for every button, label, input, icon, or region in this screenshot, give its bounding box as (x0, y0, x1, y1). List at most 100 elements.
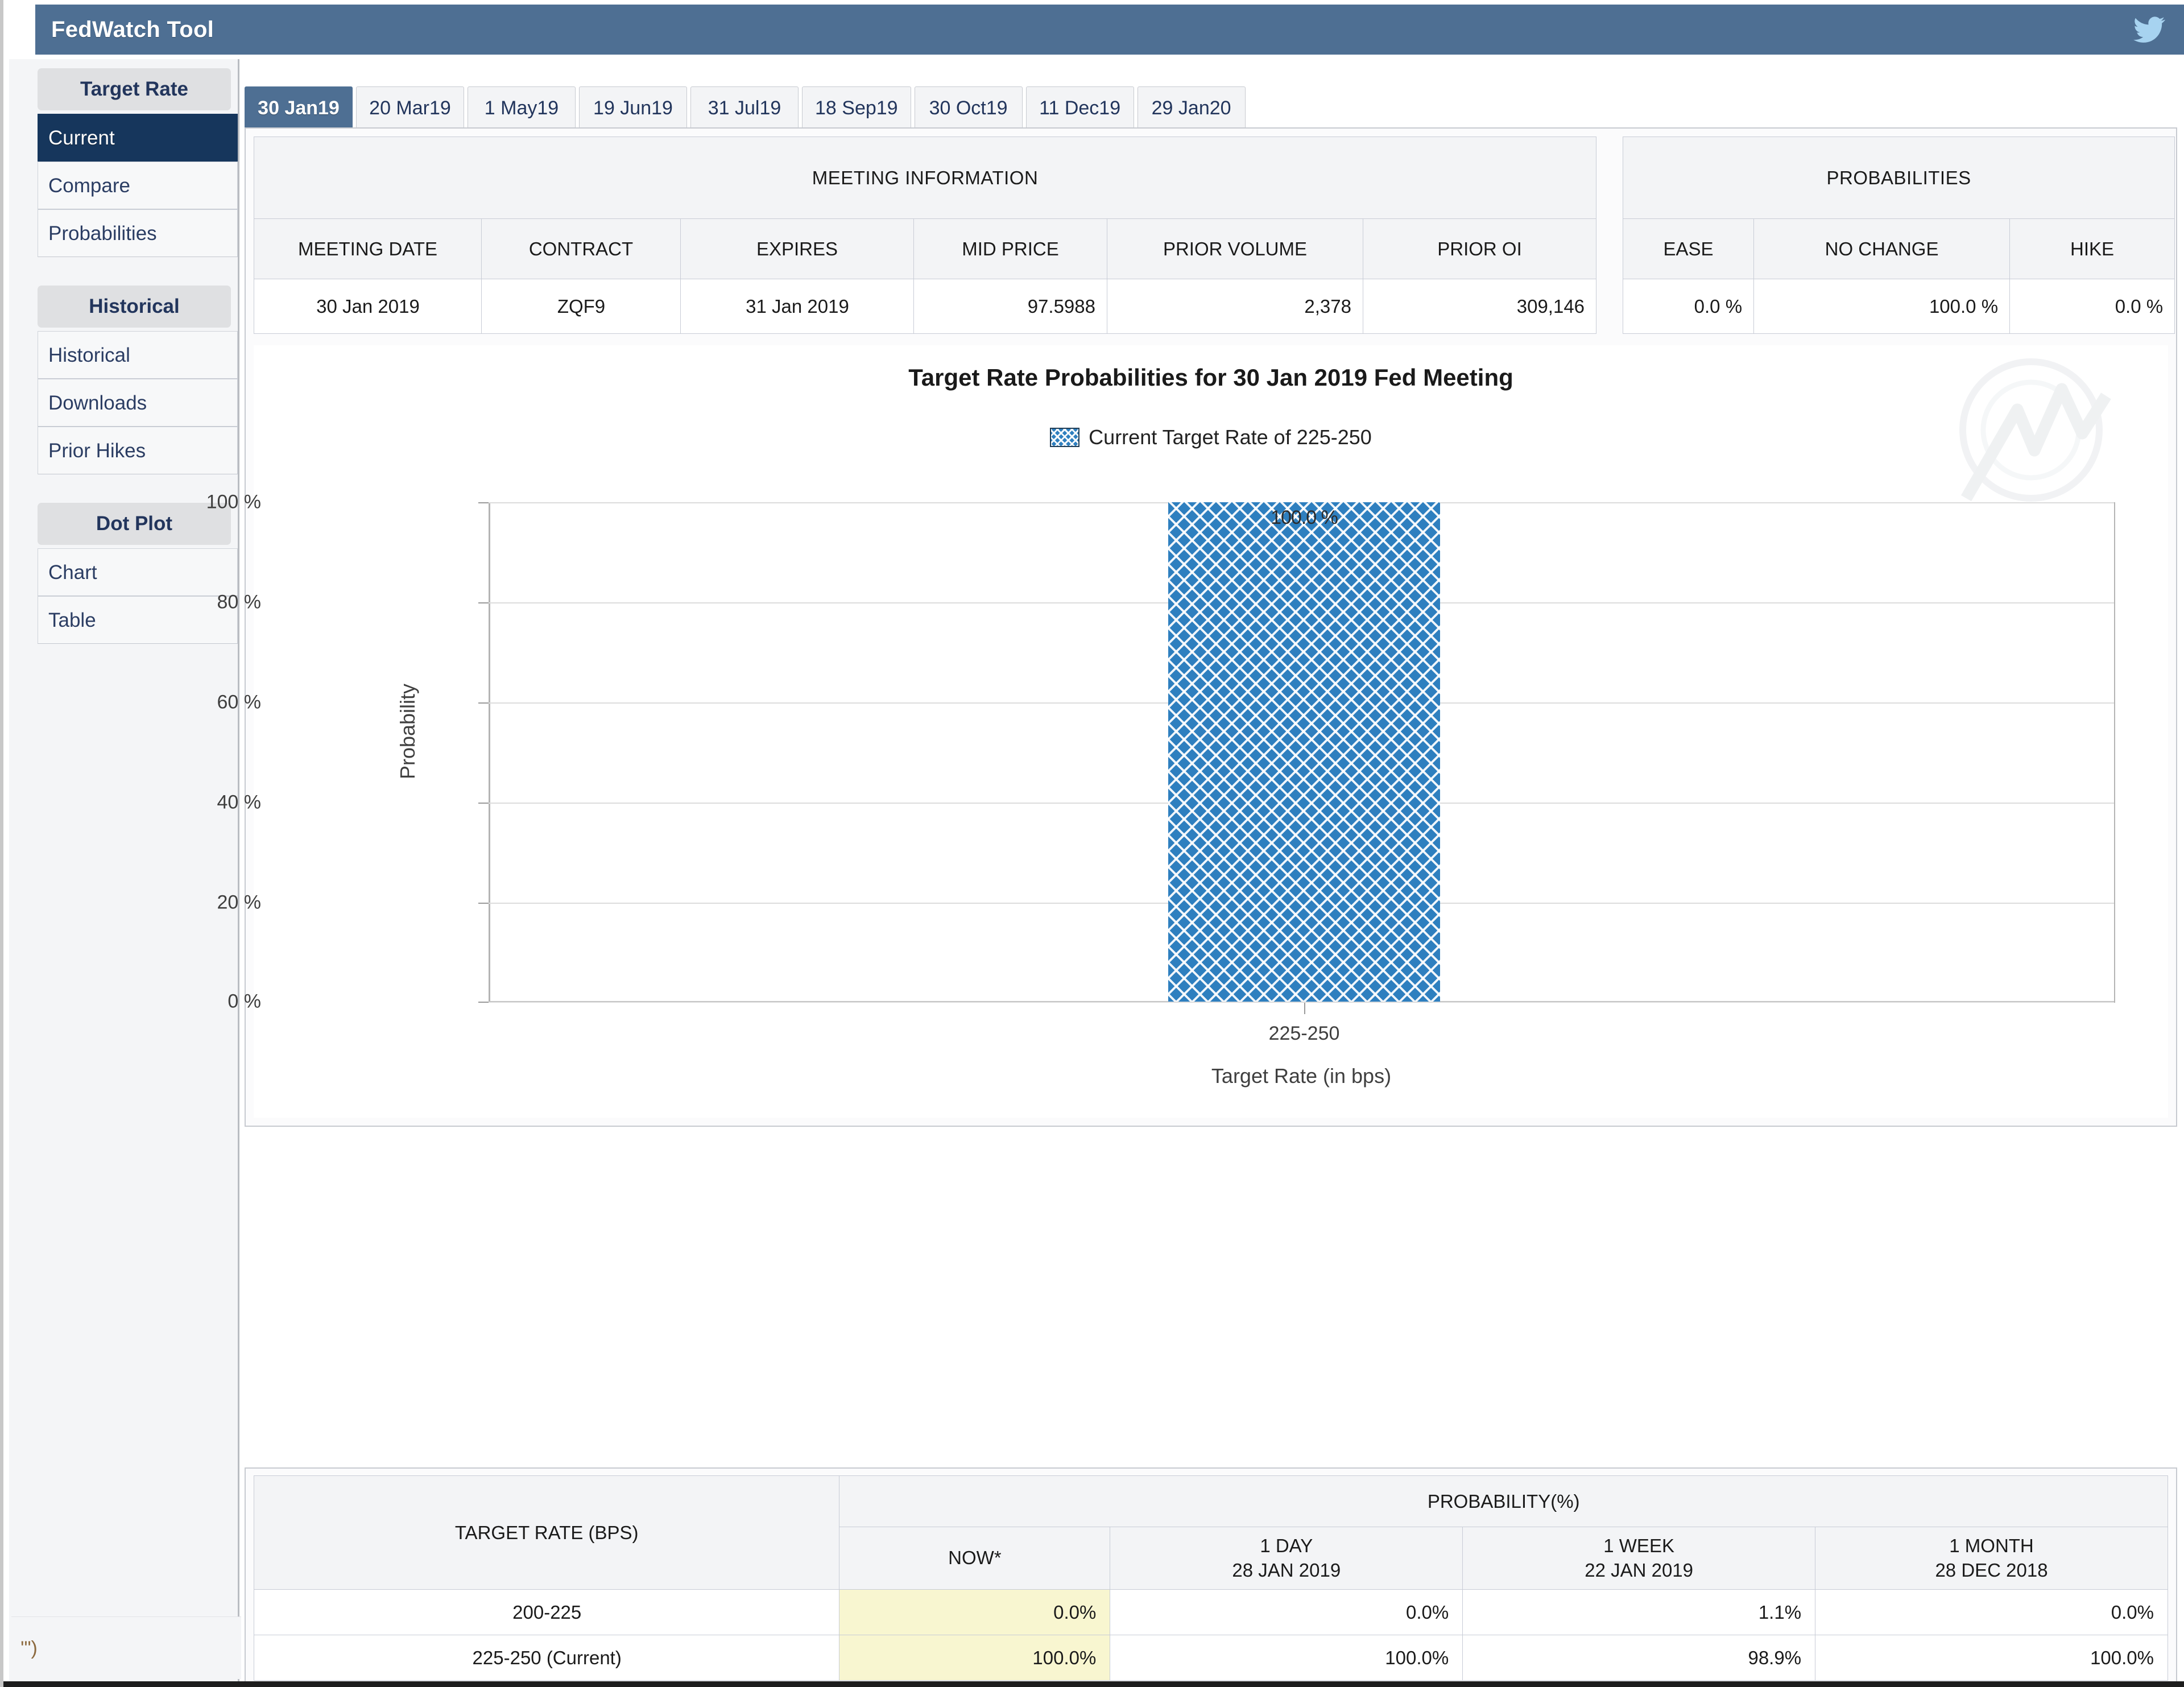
cell-contract: ZQF9 (481, 279, 681, 334)
cell-prior-volume: 2,378 (1107, 279, 1363, 334)
chart-legend: Current Target Rate of 225-250 (254, 425, 2168, 449)
summary-tables-row: MEETING INFORMATION MEETING DATE CONTRAC… (253, 137, 2175, 334)
col-contract: CONTRACT (481, 218, 681, 279)
col-prior-oi: PRIOR OI (1362, 218, 1597, 279)
meeting-tabs: 30 Jan19 20 Mar19 1 May19 19 Jun19 31 Ju… (245, 82, 1249, 130)
tab-1-may19[interactable]: 1 May19 (468, 86, 576, 130)
tab-panel: MEETING INFORMATION MEETING DATE CONTRAC… (206, 127, 2177, 1127)
detail-subheader-now: NOW* (839, 1527, 1111, 1590)
tab-31-jul19[interactable]: 31 Jul19 (690, 86, 799, 130)
tab-20-mar19[interactable]: 20 Mar19 (356, 86, 464, 130)
detail-cell-1-day-225-250: 100.0% (1110, 1635, 1463, 1681)
ytick-label-60: 60 % (217, 691, 262, 713)
table-row: 225-250 (Current) 100.0% 100.0% 98.9% 10… (253, 1635, 2168, 1681)
chart-y-axis-label: Probability (396, 683, 419, 780)
detail-header-target-rate: TARGET RATE (BPS) (253, 1475, 840, 1590)
y-axis-line (489, 502, 490, 1003)
sidebar-group-historical: Historical (38, 286, 231, 328)
detail-subheader-1-day: 1 DAY 28 JAN 2019 (1110, 1527, 1463, 1590)
ytick-40 (478, 803, 489, 804)
tab-30-jan19[interactable]: 30 Jan19 (245, 86, 353, 130)
detail-subheader-1-month-line1: 1 MONTH (1949, 1535, 2034, 1557)
cell-hike: 0.0 % (2009, 279, 2175, 334)
ytick-0 (478, 1002, 489, 1003)
tab-29-jan20[interactable]: 29 Jan20 (1137, 86, 1246, 130)
probability-detail-table: TARGET RATE (BPS) PROBABILITY(%) NOW* 1 … (253, 1475, 2168, 1681)
ytick-label-20: 20 % (217, 891, 262, 913)
detail-cell-1-week-200-225: 1.1% (1462, 1589, 1816, 1635)
sidebar-item-chart[interactable]: Chart (38, 548, 238, 596)
xtick-225-250 (1304, 1003, 1305, 1014)
app-title: FedWatch Tool (51, 16, 214, 42)
detail-cell-rate-200-225: 200-225 (253, 1589, 840, 1635)
cell-meeting-date: 30 Jan 2019 (254, 279, 482, 334)
ytick-100 (478, 502, 489, 503)
detail-cell-1-day-200-225: 0.0% (1110, 1589, 1463, 1635)
col-prior-volume: PRIOR VOLUME (1107, 218, 1363, 279)
sidebar-group-target-rate: Target Rate (38, 68, 231, 110)
chart-x-axis-label: Target Rate (in bps) (1211, 1064, 1392, 1088)
tab-18-sep19[interactable]: 18 Sep19 (802, 86, 911, 130)
detail-subheader-1-day-line2: 28 JAN 2019 (1232, 1559, 1341, 1581)
detail-subheader-now-asterisk: * (994, 1547, 1002, 1569)
ytick-label-40: 40 % (217, 791, 262, 813)
xtick-label-225-250: 225-250 (1268, 1023, 1340, 1044)
detail-subheader-1-week-line1: 1 WEEK (1603, 1535, 1674, 1557)
fedwatch-app-window: FedWatch Tool Target Rate Current Compar… (0, 0, 2184, 1687)
cell-no-change: 100.0 % (1753, 279, 2011, 334)
ytick-60 (478, 702, 489, 704)
sidebar: Target Rate Current Compare Probabilitie… (9, 59, 239, 1687)
ytick-80 (478, 602, 489, 603)
chart-title: Target Rate Probabilities for 30 Jan 201… (908, 364, 1513, 391)
main-content: 30 Jan19 20 Mar19 1 May19 19 Jun19 31 Ju… (206, 59, 2184, 1687)
tab-11-dec19[interactable]: 11 Dec19 (1025, 86, 1134, 130)
sidebar-item-historical[interactable]: Historical (38, 331, 238, 379)
ytick-20 (478, 903, 489, 904)
sidebar-item-table[interactable]: Table (38, 596, 238, 644)
table-row: 30 Jan 2019 ZQF9 31 Jan 2019 97.5988 2,3… (254, 279, 1597, 334)
detail-subheader-1-week: 1 WEEK 22 JAN 2019 (1462, 1527, 1816, 1590)
legend-label: Current Target Rate of 225-250 (1089, 425, 1372, 449)
tab-30-oct19[interactable]: 30 Oct19 (914, 86, 1023, 130)
ytick-label-100: 100 % (206, 491, 261, 513)
detail-cell-rate-225-250: 225-250 (Current) (253, 1635, 840, 1681)
sidebar-item-compare[interactable]: Compare (38, 162, 238, 209)
bar-225-250[interactable]: 100.0 % (1168, 502, 1440, 1002)
col-meeting-date: MEETING DATE (254, 218, 482, 279)
cell-expires: 31 Jan 2019 (680, 279, 914, 334)
detail-cell-now-200-225: 0.0% (839, 1589, 1111, 1635)
cell-ease: 0.0 % (1623, 279, 1755, 334)
col-ease: EASE (1623, 218, 1755, 279)
window-bottom-edge (3, 1681, 2184, 1687)
detail-subheader-1-month: 1 MONTH 28 DEC 2018 (1815, 1527, 2168, 1590)
detail-cell-now-225-250: 100.0% (839, 1635, 1111, 1681)
sidebar-item-current[interactable]: Current (38, 114, 238, 162)
tab-19-jun19[interactable]: 19 Jun19 (579, 86, 687, 130)
detail-cell-1-month-225-250: 100.0% (1815, 1635, 2168, 1681)
chart-plot-area: 100 % 80 % 60 % 40 % 20 % 0 % 100.0 % 22… (206, 491, 2115, 1088)
detail-cell-1-month-200-225: 0.0% (1815, 1589, 2168, 1635)
col-mid-price: MID PRICE (913, 218, 1107, 279)
app-header: FedWatch Tool (35, 5, 2184, 55)
sidebar-item-prior-hikes[interactable]: Prior Hikes (38, 427, 238, 474)
cell-mid-price: 97.5988 (913, 279, 1107, 334)
probability-bar-chart: Target Rate Probabilities for 30 Jan 201… (206, 345, 2168, 1118)
col-expires: EXPIRES (680, 218, 914, 279)
sidebar-group-dot-plot: Dot Plot (38, 503, 231, 545)
detail-subheader-1-day-line1: 1 DAY (1260, 1535, 1313, 1557)
sidebar-item-probabilities[interactable]: Probabilities (38, 209, 238, 257)
ytick-label-0: 0 % (228, 990, 261, 1012)
sidebar-item-downloads[interactable]: Downloads (38, 379, 238, 427)
cell-prior-oi: 309,146 (1362, 279, 1597, 334)
bar-value-label: 100.0 % (1271, 507, 1338, 528)
meeting-information-table: MEETING INFORMATION MEETING DATE CONTRAC… (253, 137, 1597, 334)
twitter-bird-icon[interactable] (2131, 14, 2168, 46)
probabilities-section-title: PROBABILITIES (1623, 137, 2175, 219)
ytick-label-80: 80 % (217, 591, 262, 613)
detail-cell-1-week-225-250: 98.9% (1462, 1635, 1816, 1681)
col-hike: HIKE (2009, 218, 2175, 279)
detail-subheader-now-line1: NOW (948, 1547, 994, 1569)
legend-swatch-icon (1050, 428, 1080, 447)
